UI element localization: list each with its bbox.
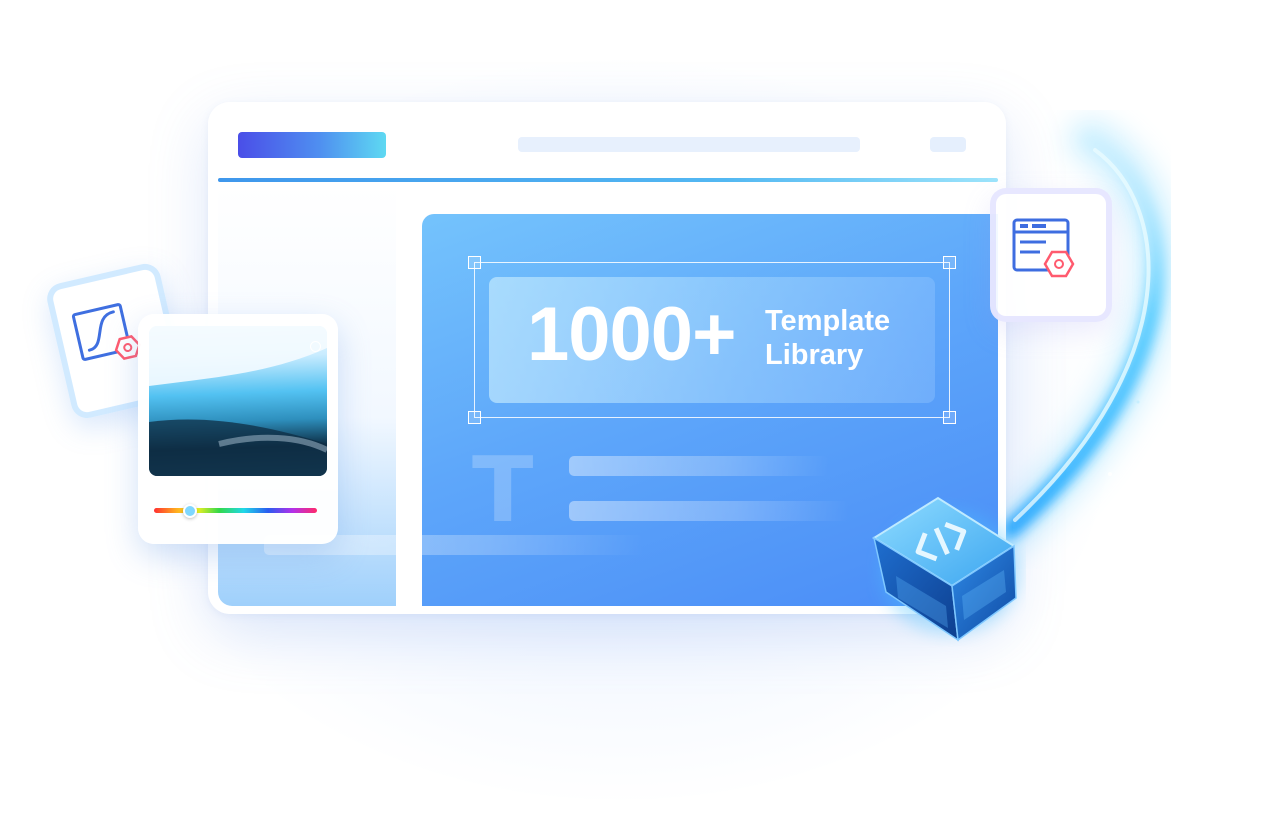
resize-handle-top-right	[943, 256, 956, 269]
hue-slider[interactable]	[154, 504, 317, 518]
template-label-line2: Library	[765, 339, 864, 371]
bezier-curve-icon	[71, 303, 141, 361]
resize-handle-bottom-left	[468, 411, 481, 424]
text-tool-icon: T	[472, 438, 534, 543]
header-divider	[218, 178, 998, 182]
template-banner: 1000+ Template Library	[489, 277, 935, 403]
hue-slider-thumb[interactable]	[182, 504, 197, 518]
illustration-stage: 1000+ Template Library T	[0, 0, 1269, 840]
template-layout-icon	[1012, 218, 1075, 278]
toolbar-button-placeholder	[930, 137, 966, 152]
template-label-line1: Template	[765, 305, 891, 337]
resize-handle-top-left	[468, 256, 481, 269]
selection-frame: 1000+ Template Library	[468, 256, 956, 424]
color-picker-panel[interactable]	[138, 314, 338, 544]
color-gradient-area[interactable]	[149, 326, 327, 476]
text-placeholder-line	[569, 456, 829, 476]
template-card	[990, 188, 1112, 322]
app-logo-bar	[238, 132, 386, 158]
address-bar	[518, 137, 860, 152]
color-selector-dot[interactable]	[310, 341, 321, 352]
resize-handle-bottom-right	[943, 411, 956, 424]
code-cube-icon	[872, 496, 1020, 642]
template-count: 1000+	[527, 292, 736, 377]
text-placeholder-line	[569, 501, 849, 521]
